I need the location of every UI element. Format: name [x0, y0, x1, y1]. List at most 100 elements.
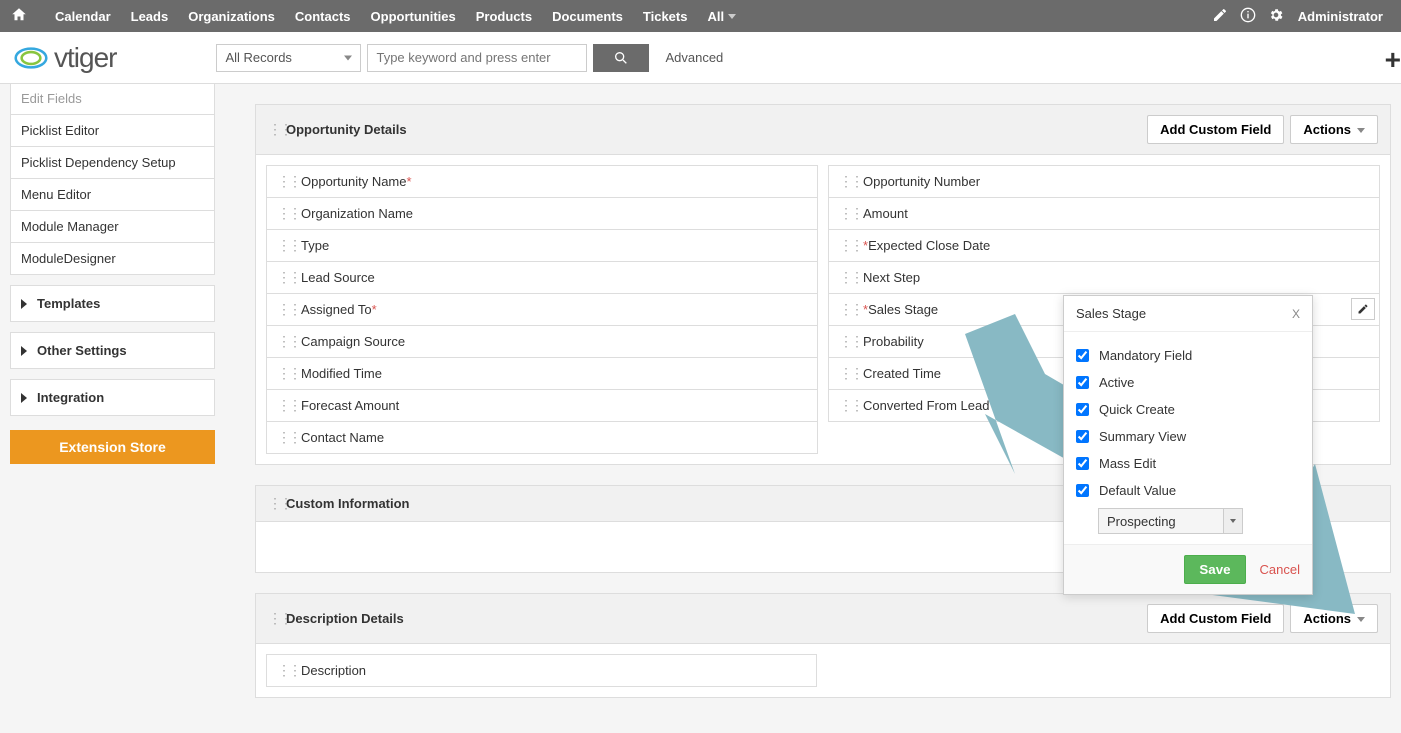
- nav-documents[interactable]: Documents: [542, 9, 633, 24]
- drag-handle-icon[interactable]: [277, 430, 287, 445]
- field-row[interactable]: Next Step: [828, 261, 1380, 294]
- cancel-link[interactable]: Cancel: [1260, 562, 1300, 577]
- drag-handle-icon[interactable]: [268, 122, 278, 137]
- field-row[interactable]: Campaign Source: [266, 325, 818, 358]
- popover-header: Sales Stage X: [1064, 296, 1312, 332]
- sidebar-section-other-settings[interactable]: Other Settings: [10, 332, 215, 369]
- logo[interactable]: vtiger: [14, 42, 116, 74]
- sidebar-item-module-manager[interactable]: Module Manager: [10, 210, 215, 243]
- drag-handle-icon[interactable]: [839, 270, 849, 285]
- info-icon[interactable]: [1240, 7, 1256, 26]
- nav-all-label: All: [707, 9, 724, 24]
- add-custom-field-button[interactable]: Add Custom Field: [1147, 115, 1284, 144]
- add-custom-field-button[interactable]: Add Custom Field: [1147, 604, 1284, 633]
- drag-handle-icon[interactable]: [839, 174, 849, 189]
- admin-menu[interactable]: Administrator: [1290, 9, 1391, 24]
- field-row[interactable]: *Expected Close Date: [828, 229, 1380, 262]
- checkbox-summary-view[interactable]: [1076, 430, 1089, 443]
- block-actions-button[interactable]: Actions: [1290, 115, 1378, 144]
- nav-contacts[interactable]: Contacts: [285, 9, 361, 24]
- block-header: Description Details Add Custom Field Act…: [256, 594, 1390, 644]
- advanced-search-link[interactable]: Advanced: [665, 50, 723, 65]
- field-label: Type: [301, 238, 329, 253]
- checkbox-quick-create[interactable]: [1076, 403, 1089, 416]
- nav-leads[interactable]: Leads: [121, 9, 179, 24]
- checkbox-mass-edit[interactable]: [1076, 457, 1089, 470]
- drag-handle-icon[interactable]: [277, 398, 287, 413]
- gear-icon[interactable]: [1268, 7, 1284, 26]
- drag-handle-icon[interactable]: [839, 238, 849, 253]
- default-value-selected: Prospecting: [1107, 514, 1176, 529]
- nav-tickets[interactable]: Tickets: [633, 9, 698, 24]
- drag-handle-icon[interactable]: [268, 611, 278, 626]
- block-actions-button[interactable]: Actions: [1290, 604, 1378, 633]
- close-icon[interactable]: X: [1292, 307, 1300, 321]
- edit-field-icon[interactable]: [1351, 298, 1375, 320]
- save-button[interactable]: Save: [1184, 555, 1245, 584]
- field-row[interactable]: Amount: [828, 197, 1380, 230]
- drag-handle-icon[interactable]: [839, 398, 849, 413]
- field-row[interactable]: Type: [266, 229, 818, 262]
- sidebar-item-menu-editor[interactable]: Menu Editor: [10, 178, 215, 211]
- drag-handle-icon[interactable]: [277, 270, 287, 285]
- drag-handle-icon[interactable]: [277, 206, 287, 221]
- checkbox-active[interactable]: [1076, 376, 1089, 389]
- field-row[interactable]: Contact Name: [266, 421, 818, 454]
- search-button[interactable]: [593, 44, 649, 72]
- checkbox-row: Mass Edit: [1076, 450, 1300, 477]
- section-label: Other Settings: [37, 343, 127, 358]
- default-value-select[interactable]: Prospecting: [1098, 508, 1243, 534]
- header-bar: vtiger All Records Advanced +: [0, 32, 1401, 84]
- nav-all[interactable]: All: [697, 9, 746, 24]
- sidebar-item-edit-fields[interactable]: Edit Fields: [10, 83, 215, 115]
- field-row[interactable]: Modified Time: [266, 357, 818, 390]
- home-icon[interactable]: [10, 6, 30, 26]
- field-label: Campaign Source: [301, 334, 405, 349]
- drag-handle-icon[interactable]: [268, 496, 278, 511]
- sidebar-item-picklist-editor[interactable]: Picklist Editor: [10, 114, 215, 147]
- checkbox-default-value[interactable]: [1076, 484, 1089, 497]
- drag-handle-icon[interactable]: [839, 302, 849, 317]
- field-row[interactable]: Assigned To *: [266, 293, 818, 326]
- add-record-button[interactable]: +: [1385, 44, 1401, 76]
- pencil-icon[interactable]: [1212, 7, 1228, 26]
- field-label: Opportunity Name: [301, 174, 407, 189]
- search-input[interactable]: [367, 44, 587, 72]
- nav-products[interactable]: Products: [466, 9, 542, 24]
- drag-handle-icon[interactable]: [277, 663, 287, 678]
- fields-left-column: Opportunity Name *Organization NameTypeL…: [266, 165, 818, 454]
- field-row[interactable]: Forecast Amount: [266, 389, 818, 422]
- sidebar-item-module-designer[interactable]: ModuleDesigner: [10, 242, 215, 275]
- checkbox-mandatory-field[interactable]: [1076, 349, 1089, 362]
- required-star: *: [372, 302, 377, 317]
- field-label: Converted From Lead: [863, 398, 989, 413]
- drag-handle-icon[interactable]: [839, 206, 849, 221]
- field-row[interactable]: Opportunity Name *: [266, 165, 818, 198]
- drag-handle-icon[interactable]: [839, 366, 849, 381]
- block-title: Custom Information: [286, 496, 410, 511]
- field-row[interactable]: Organization Name: [266, 197, 818, 230]
- sidebar-section-templates[interactable]: Templates: [10, 285, 215, 322]
- field-row[interactable]: Opportunity Number: [828, 165, 1380, 198]
- field-label: Assigned To: [301, 302, 372, 317]
- field-row-description[interactable]: Description: [266, 654, 817, 687]
- sidebar-item-picklist-dependency[interactable]: Picklist Dependency Setup: [10, 146, 215, 179]
- required-star: *: [407, 174, 412, 189]
- drag-handle-icon[interactable]: [277, 302, 287, 317]
- field-label: Probability: [863, 334, 924, 349]
- drag-handle-icon[interactable]: [277, 238, 287, 253]
- drag-handle-icon[interactable]: [277, 334, 287, 349]
- nav-calendar[interactable]: Calendar: [45, 9, 121, 24]
- drag-handle-icon[interactable]: [839, 334, 849, 349]
- sidebar-section-integration[interactable]: Integration: [10, 379, 215, 416]
- record-scope-select[interactable]: All Records: [216, 44, 361, 72]
- nav-opportunities[interactable]: Opportunities: [361, 9, 466, 24]
- popover-title: Sales Stage: [1076, 306, 1146, 321]
- checkbox-row: Quick Create: [1076, 396, 1300, 423]
- field-row[interactable]: Lead Source: [266, 261, 818, 294]
- nav-organizations[interactable]: Organizations: [178, 9, 285, 24]
- extension-store-button[interactable]: Extension Store: [10, 430, 215, 464]
- drag-handle-icon[interactable]: [277, 174, 287, 189]
- drag-handle-icon[interactable]: [277, 366, 287, 381]
- block-title: Description Details: [286, 611, 404, 626]
